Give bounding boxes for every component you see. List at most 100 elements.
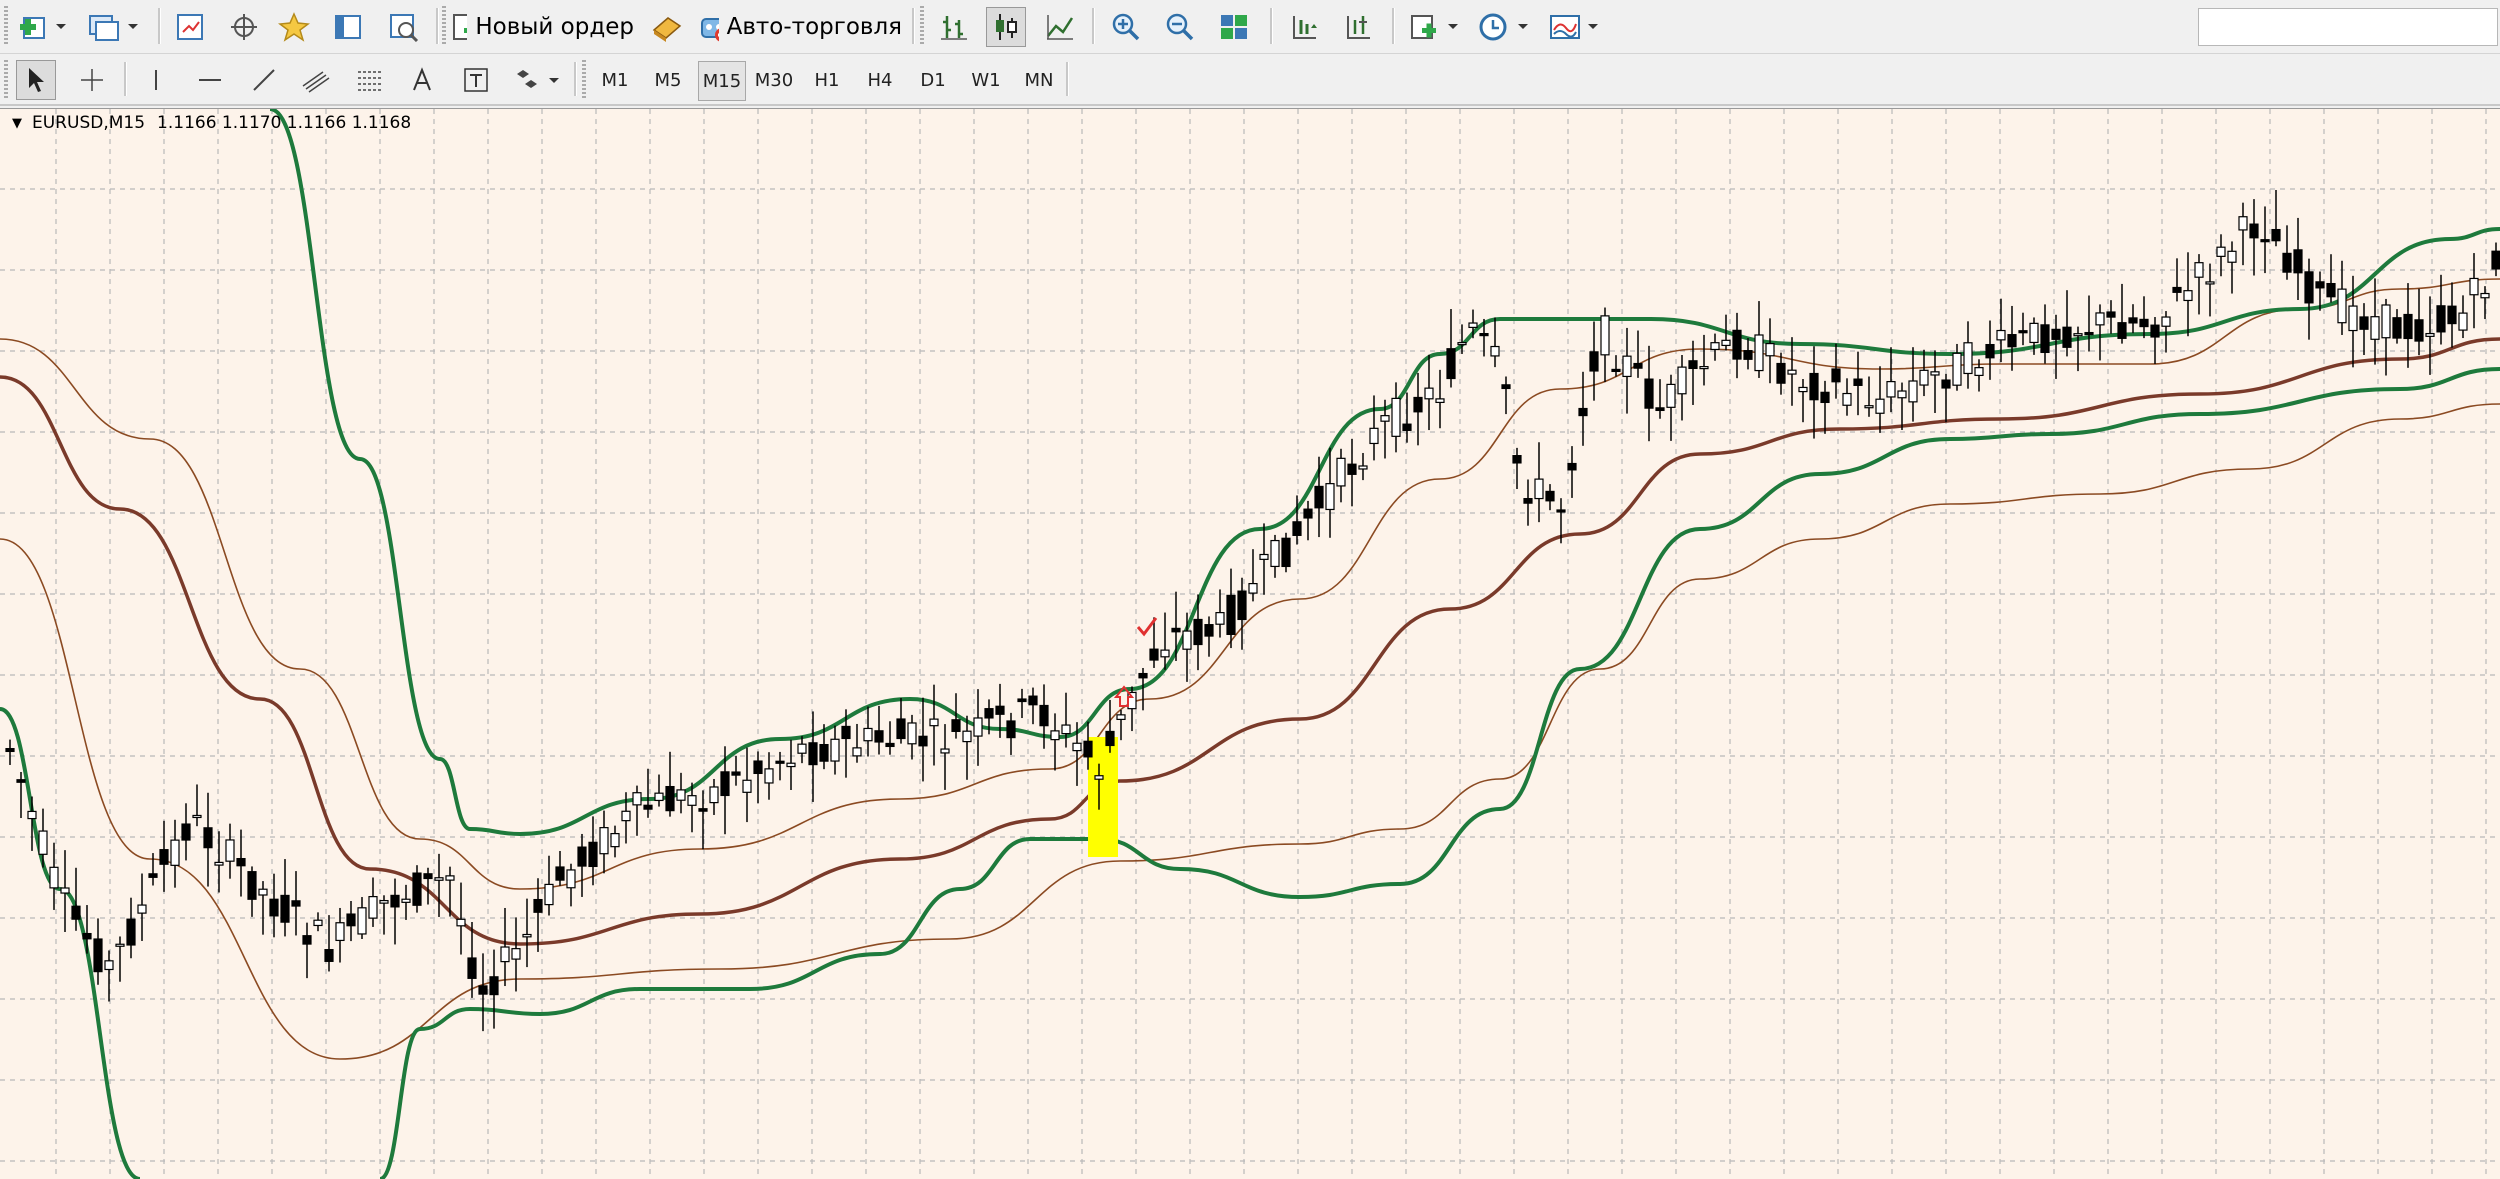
candle-bull: [973, 717, 983, 737]
timeframe-m1[interactable]: M1: [592, 61, 638, 99]
tile-windows-button[interactable]: [1214, 7, 1254, 47]
horizontal-line-icon: [199, 79, 221, 81]
candle-bear: [1193, 618, 1203, 646]
line-chart-button[interactable]: [1040, 7, 1080, 47]
zoom-in-button[interactable]: [1106, 7, 1146, 47]
candle-bear: [1039, 704, 1049, 727]
toolbar-grip[interactable]: [442, 6, 446, 46]
candle-bull: [1908, 380, 1918, 403]
text-a-icon: [413, 67, 431, 91]
meta-editor-button[interactable]: [646, 7, 688, 47]
shapes-button[interactable]: [510, 60, 566, 100]
toolbar-grip[interactable]: [4, 6, 8, 46]
trendline-button[interactable]: [244, 60, 284, 100]
candle-bear: [1512, 455, 1522, 464]
fibonacci-button[interactable]: [350, 60, 390, 100]
candle-bear: [1347, 463, 1357, 475]
terminal-icon: [335, 15, 361, 39]
candle-bear: [1633, 362, 1643, 369]
favorites-button[interactable]: [274, 7, 314, 47]
candle-bull: [511, 948, 521, 960]
candle-bull: [1490, 345, 1500, 357]
auto-trading-label: Авто-торговля: [726, 14, 902, 40]
drawing-toolbar: M1 M5 M15 M30 H1 H4 D1 W1 MN: [0, 54, 2500, 106]
candle-bear: [2403, 313, 2413, 340]
candle-bull: [632, 792, 642, 806]
toolbar-grip[interactable]: [4, 60, 8, 100]
indicators-button[interactable]: [1404, 7, 1466, 47]
candle-bear: [1446, 348, 1456, 380]
autoscroll-button[interactable]: [1284, 7, 1324, 47]
candle-bull: [1160, 649, 1170, 658]
candle-bear: [159, 849, 169, 865]
candle-bull: [1754, 334, 1764, 372]
search-input[interactable]: [2198, 8, 2498, 46]
periods-button[interactable]: [1474, 7, 1536, 47]
cursor-tool-button[interactable]: [16, 60, 56, 100]
candle-bull: [335, 922, 345, 942]
chart-window[interactable]: ▼ EURUSD,M15 1.1166 1.1170 1.1166 1.1168: [0, 108, 2500, 1179]
candle-bear: [1314, 485, 1324, 509]
candlestick-icon: [996, 14, 1017, 40]
candle-bull: [907, 722, 917, 745]
crosshair-tool-button[interactable]: [72, 60, 112, 100]
candle-bull: [1182, 630, 1192, 650]
auto-trading-button[interactable]: Авто-торговля: [698, 7, 902, 47]
toolbar-grip[interactable]: [920, 6, 924, 46]
collapse-triangle-icon[interactable]: ▼: [12, 116, 22, 131]
candle-bull: [2348, 305, 2358, 332]
profiles-icon: [89, 15, 138, 41]
price-chart[interactable]: [0, 109, 2500, 1179]
toolbar-grip[interactable]: [582, 60, 586, 100]
candle-bull: [1622, 355, 1632, 378]
candle-bull: [1666, 383, 1676, 408]
bar-chart-button[interactable]: [934, 7, 974, 47]
terminal-button[interactable]: [328, 7, 368, 47]
candle-bull: [1974, 367, 1984, 377]
shapes-icon: [517, 70, 559, 88]
navigator-button[interactable]: [224, 7, 264, 47]
text-label-button[interactable]: [456, 60, 496, 100]
candle-bear: [2293, 249, 2303, 274]
vertical-line-button[interactable]: [136, 60, 176, 100]
timeframe-m30[interactable]: M30: [751, 61, 797, 99]
timeframe-h4[interactable]: H4: [857, 61, 903, 99]
plus-chart-icon: [20, 17, 66, 39]
candle-bull: [1996, 329, 2006, 341]
timeframe-m5[interactable]: M5: [645, 61, 691, 99]
crosshair-icon: [231, 14, 257, 40]
candle-bull: [2029, 322, 2039, 344]
templates-button[interactable]: [1544, 7, 1606, 47]
profiles-button[interactable]: [80, 7, 144, 47]
horizontal-line-button[interactable]: [190, 60, 230, 100]
timeframe-m15[interactable]: M15: [698, 61, 746, 101]
candle-bear: [1292, 521, 1302, 536]
candle-bear: [2051, 328, 2061, 340]
text-tool-button[interactable]: [404, 60, 440, 100]
equidistant-channel-button[interactable]: [296, 60, 336, 100]
chart-shift-button[interactable]: [1338, 7, 1378, 47]
strategy-tester-button[interactable]: [384, 7, 424, 47]
candle-bear: [2249, 223, 2259, 239]
candle-bear: [665, 785, 675, 812]
candle-bull: [170, 839, 180, 866]
candle-bull: [1600, 315, 1610, 356]
candle-bear: [1941, 379, 1951, 389]
candle-bull: [1864, 405, 1874, 409]
candle-bear: [181, 823, 191, 841]
candle-bear: [1226, 594, 1236, 635]
candlestick-button[interactable]: [986, 7, 1026, 47]
zoom-out-button[interactable]: [1160, 7, 1200, 47]
zoom-in-icon: [1112, 13, 1140, 41]
candle-bull: [621, 810, 631, 822]
new-chart-button[interactable]: [14, 7, 70, 47]
timeframe-d1[interactable]: D1: [910, 61, 956, 99]
candle-bull: [687, 795, 697, 806]
candle-bull: [1677, 366, 1687, 395]
timeframe-w1[interactable]: W1: [963, 61, 1009, 99]
timeframe-mn[interactable]: MN: [1016, 61, 1062, 99]
new-order-button[interactable]: Новый ордер: [450, 7, 634, 47]
timeframe-h1[interactable]: H1: [804, 61, 850, 99]
candle-bull: [115, 943, 125, 947]
market-watch-button[interactable]: [170, 7, 210, 47]
